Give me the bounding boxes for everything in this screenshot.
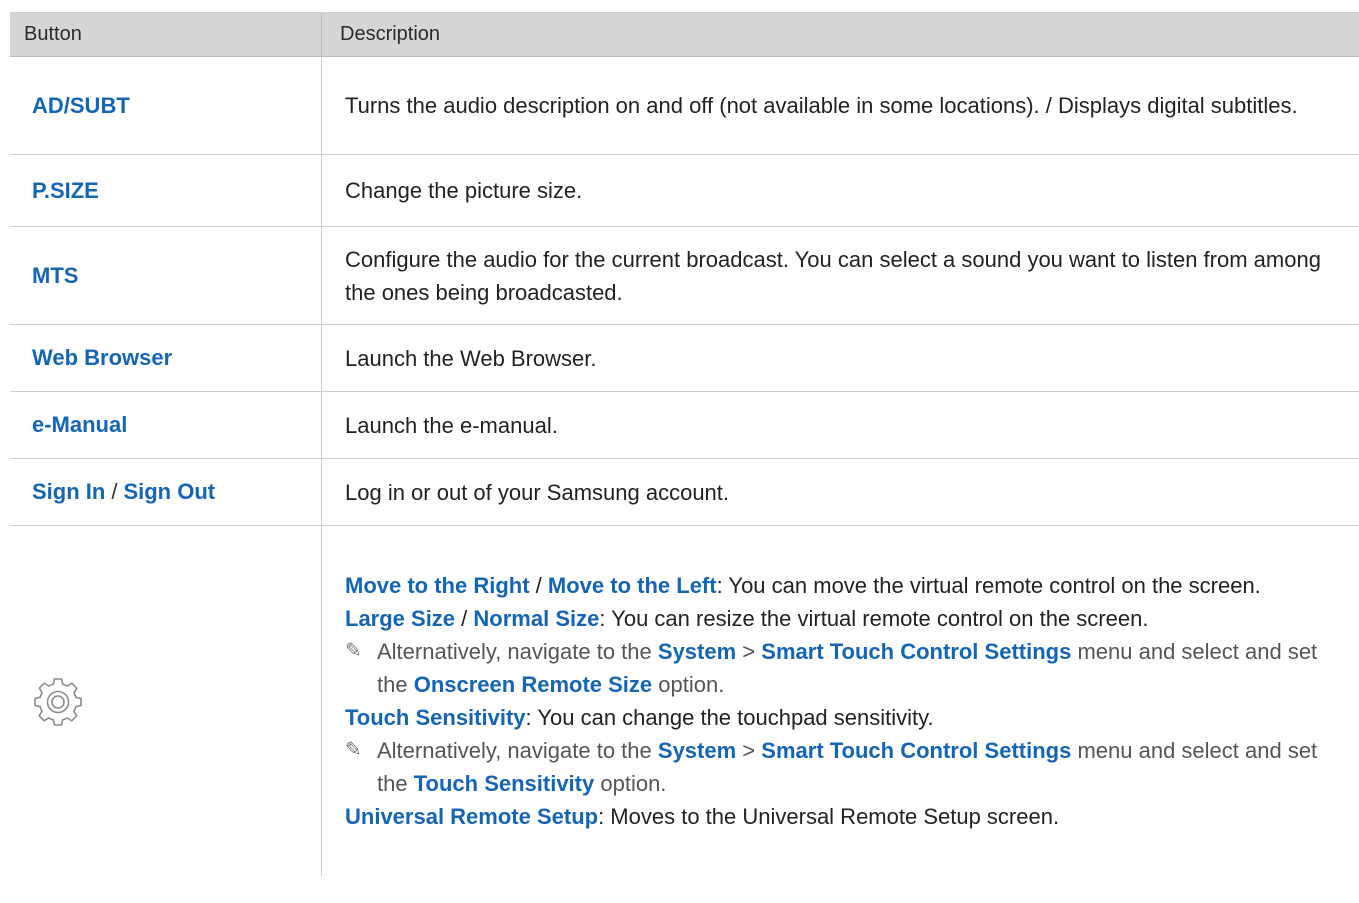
- gear-icon: [34, 678, 82, 726]
- menu-smart-touch-settings: Smart Touch Control Settings: [761, 639, 1072, 664]
- option-universal-remote-setup: Universal Remote Setup: [345, 804, 599, 829]
- header-button: Button: [10, 13, 322, 56]
- button-name-e-manual: e-Manual: [32, 412, 128, 437]
- table-row: Web Browser Launch the Web Browser.: [10, 325, 1359, 392]
- row-description: Turns the audio description on and off (…: [345, 93, 1298, 118]
- row-description: Launch the Web Browser.: [345, 345, 597, 371]
- button-name-sign-in: Sign In: [32, 479, 106, 504]
- note-text: Alternatively, navigate to the: [377, 639, 652, 664]
- separator: /: [535, 573, 542, 598]
- option-move-right: Move to the Right: [345, 573, 530, 598]
- table-row: e-Manual Launch the e-manual.: [10, 392, 1359, 459]
- button-name-p-size: P.SIZE: [32, 177, 99, 203]
- menu-system: System: [657, 738, 737, 763]
- pencil-icon: ✎: [345, 739, 362, 761]
- table-row: AD/SUBT Turns the audio description on a…: [10, 57, 1359, 155]
- row-description: Log in or out of your Samsung account.: [345, 479, 730, 505]
- option-touch-sensitivity: Touch Sensitivity: [345, 705, 526, 730]
- note-touch-sensitivity: ✎ Alternatively, navigate to the System …: [345, 734, 1329, 800]
- option-touch-sensitivity-setting: Touch Sensitivity: [413, 771, 595, 796]
- note-text: option.: [600, 771, 667, 796]
- chevron-right-icon: >: [742, 639, 756, 664]
- table-row: P.SIZE Change the picture size.: [10, 155, 1359, 227]
- button-description-table: Button Description AD/SUBT Turns the aud…: [10, 12, 1359, 876]
- table-row-settings: Move to the Right / Move to the Left: Yo…: [10, 526, 1359, 876]
- note-text: Alternatively, navigate to the: [377, 738, 652, 763]
- universal-line: Universal Remote Setup: Moves to the Uni…: [345, 800, 1329, 833]
- row-description: Launch the e-manual.: [345, 412, 558, 438]
- menu-smart-touch-settings: Smart Touch Control Settings: [761, 738, 1072, 763]
- menu-system: System: [657, 639, 737, 664]
- universal-description: : Moves to the Universal Remote Setup sc…: [598, 804, 1060, 829]
- button-name-web-browser: Web Browser: [32, 345, 173, 370]
- button-name-mts: MTS: [32, 262, 79, 288]
- note-onscreen-size: ✎ Alternatively, navigate to the System …: [345, 635, 1329, 701]
- table-row: MTS Configure the audio for the current …: [10, 227, 1359, 325]
- move-description: : You can move the virtual remote contro…: [716, 573, 1261, 598]
- size-description: : You can resize the virtual remote cont…: [599, 606, 1149, 631]
- separator: /: [461, 606, 468, 631]
- option-large-size: Large Size: [345, 606, 456, 631]
- button-name-sign-out: Sign Out: [123, 479, 216, 504]
- size-line: Large Size / Normal Size: You can resize…: [345, 602, 1329, 635]
- button-name-ad-subt: AD/SUBT: [32, 92, 130, 118]
- move-line: Move to the Right / Move to the Left: Yo…: [345, 569, 1329, 602]
- row-description: Change the picture size.: [345, 178, 583, 203]
- touch-description: : You can change the touchpad sensitivit…: [525, 705, 934, 730]
- pencil-icon: ✎: [345, 640, 362, 662]
- table-row: Sign In / Sign Out Log in or out of your…: [10, 459, 1359, 526]
- header-description: Description: [340, 23, 441, 45]
- option-normal-size: Normal Size: [473, 606, 600, 631]
- note-text: option.: [658, 672, 725, 697]
- table-header: Button Description: [10, 13, 1359, 57]
- separator: /: [111, 479, 118, 504]
- option-move-left: Move to the Left: [547, 573, 717, 598]
- chevron-right-icon: >: [742, 738, 756, 763]
- option-onscreen-remote-size: Onscreen Remote Size: [413, 672, 653, 697]
- touch-line: Touch Sensitivity: You can change the to…: [345, 701, 1329, 734]
- row-description: Configure the audio for the current broa…: [345, 246, 1321, 305]
